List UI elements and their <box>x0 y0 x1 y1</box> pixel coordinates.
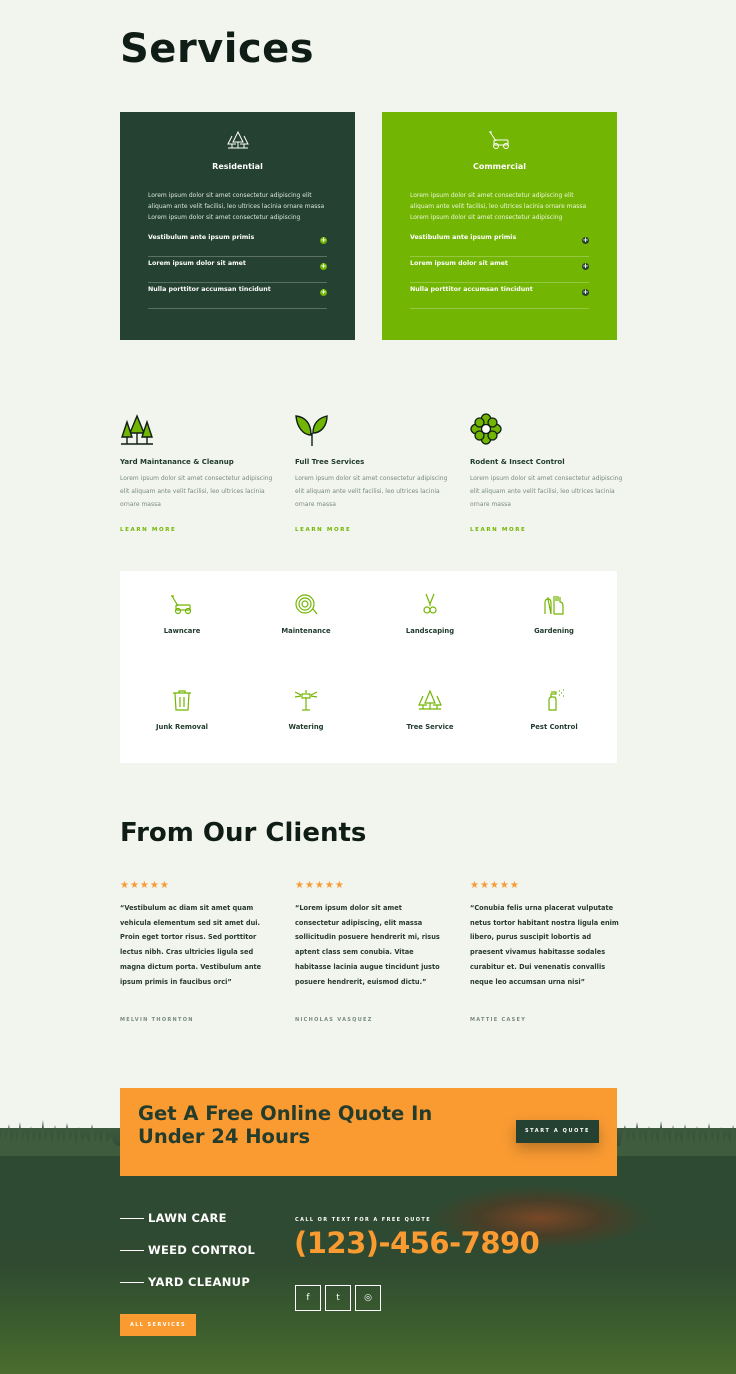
service-grid: Lawncare Maintenance Landscaping Gardeni… <box>120 571 617 763</box>
plus-icon[interactable] <box>582 235 589 246</box>
flower-icon <box>470 413 630 449</box>
plus-icon[interactable] <box>320 235 327 246</box>
quote-banner: Get A Free Online Quote In Under 24 Hour… <box>120 1088 617 1176</box>
testimonial: ★★★★★ “Conubia felis urna placerat vulpu… <box>470 880 620 1023</box>
banner-title: Get A Free Online Quote In Under 24 Hour… <box>138 1102 433 1148</box>
residential-card: Residential Lorem ipsum dolor sit amet c… <box>120 112 355 340</box>
learn-more-link[interactable]: LEARN MORE <box>120 527 176 533</box>
testimonial: ★★★★★ “Vestibulum ac diam sit amet quam … <box>120 880 270 1023</box>
testimonial: ★★★★★ “Lorem ipsum dolor sit amet consec… <box>295 880 445 1023</box>
feature-tree-services: Full Tree Services Lorem ipsum dolor sit… <box>295 413 455 533</box>
plus-icon[interactable] <box>320 287 327 298</box>
learn-more-link[interactable]: LEARN MORE <box>295 527 351 533</box>
card-list-item: Nulla porttitor accumsan tincidunt <box>410 282 589 309</box>
card-list-item: Lorem ipsum dolor sit amet <box>410 256 589 283</box>
feature-title: Yard Maintanance & Cleanup <box>120 458 234 466</box>
trees-icon <box>120 413 280 449</box>
gloves-icon <box>492 593 616 619</box>
card-list-item: Nulla porttitor accumsan tincidunt <box>148 282 327 309</box>
feature-description: Lorem ipsum dolor sit amet consectetur a… <box>120 475 273 508</box>
card-title: Residential <box>212 162 263 171</box>
service-maintenance[interactable]: Maintenance <box>244 593 368 635</box>
lawnmower-icon <box>382 130 617 154</box>
service-gardening[interactable]: Gardening <box>492 593 616 635</box>
feature-rodent-insect-control: Rodent & Insect Control Lorem ipsum dolo… <box>470 413 630 533</box>
hose-icon <box>244 593 368 619</box>
plus-icon[interactable] <box>582 287 589 298</box>
service-watering[interactable]: Watering <box>244 689 368 731</box>
start-quote-button[interactable]: START A QUOTE <box>516 1120 599 1143</box>
all-services-button[interactable]: ALL SERVICES <box>120 1314 196 1336</box>
card-title: Commercial <box>472 162 527 171</box>
feature-yard-maintenance: Yard Maintanance & Cleanup Lorem ipsum d… <box>120 413 280 533</box>
learn-more-link[interactable]: LEARN MORE <box>470 527 526 533</box>
leaf-sprout-icon <box>295 413 455 449</box>
sprinkler-icon <box>244 689 368 715</box>
divider <box>120 1282 144 1283</box>
testimonial-quote: “Conubia felis urna placerat vulputate n… <box>470 904 619 986</box>
feature-description: Lorem ipsum dolor sit amet consectetur a… <box>295 475 448 508</box>
testimonial-quote: “Vestibulum ac diam sit amet quam vehicu… <box>120 904 262 986</box>
service-tree-service[interactable]: Tree Service <box>368 689 492 731</box>
testimonial-author: MELVIN THORNTON <box>120 1017 194 1023</box>
service-landscaping[interactable]: Landscaping <box>368 593 492 635</box>
trash-can-icon <box>120 689 244 715</box>
feature-title: Full Tree Services <box>295 458 365 466</box>
card-list-item: Lorem ipsum dolor sit amet <box>148 256 327 283</box>
star-rating: ★★★★★ <box>295 880 345 891</box>
lawnmower-icon <box>120 593 244 619</box>
card-list-item: Vestibulum ante ipsum primis <box>148 230 327 257</box>
trees-icon <box>120 130 355 154</box>
facebook-icon[interactable]: f <box>295 1285 321 1311</box>
divider <box>120 1218 144 1219</box>
plus-icon[interactable] <box>320 261 327 272</box>
testimonial-author: NICHOLAS VASQUEZ <box>295 1017 373 1023</box>
services-heading: Services <box>120 26 315 72</box>
clients-heading: From Our Clients <box>120 818 367 848</box>
shears-icon <box>368 593 492 619</box>
service-pest-control[interactable]: Pest Control <box>492 689 616 731</box>
service-junk-removal[interactable]: Junk Removal <box>120 689 244 731</box>
trees-icon <box>368 689 492 715</box>
testimonial-author: MATTIE CASEY <box>470 1017 527 1023</box>
spray-bottle-icon <box>492 689 616 715</box>
divider <box>120 1250 144 1251</box>
twitter-icon[interactable]: t <box>325 1285 351 1311</box>
feature-title: Rodent & Insect Control <box>470 458 565 466</box>
card-list-item: Vestibulum ante ipsum primis <box>410 230 589 257</box>
call-label: CALL OR TEXT FOR A FREE QUOTE <box>295 1217 432 1223</box>
instagram-icon[interactable]: ◎ <box>355 1285 381 1311</box>
feature-description: Lorem ipsum dolor sit amet consectetur a… <box>470 475 623 508</box>
testimonial-quote: “Lorem ipsum dolor sit amet consectetur … <box>295 904 440 986</box>
card-description: Lorem ipsum dolor sit amet consectetur a… <box>410 192 587 221</box>
star-rating: ★★★★★ <box>470 880 520 891</box>
card-description: Lorem ipsum dolor sit amet consectetur a… <box>148 192 325 221</box>
star-rating: ★★★★★ <box>120 880 170 891</box>
service-lawncare[interactable]: Lawncare <box>120 593 244 635</box>
phone-number[interactable]: (123)-456-7890 <box>294 1226 540 1260</box>
plus-icon[interactable] <box>582 261 589 272</box>
commercial-card: Commercial Lorem ipsum dolor sit amet co… <box>382 112 617 340</box>
